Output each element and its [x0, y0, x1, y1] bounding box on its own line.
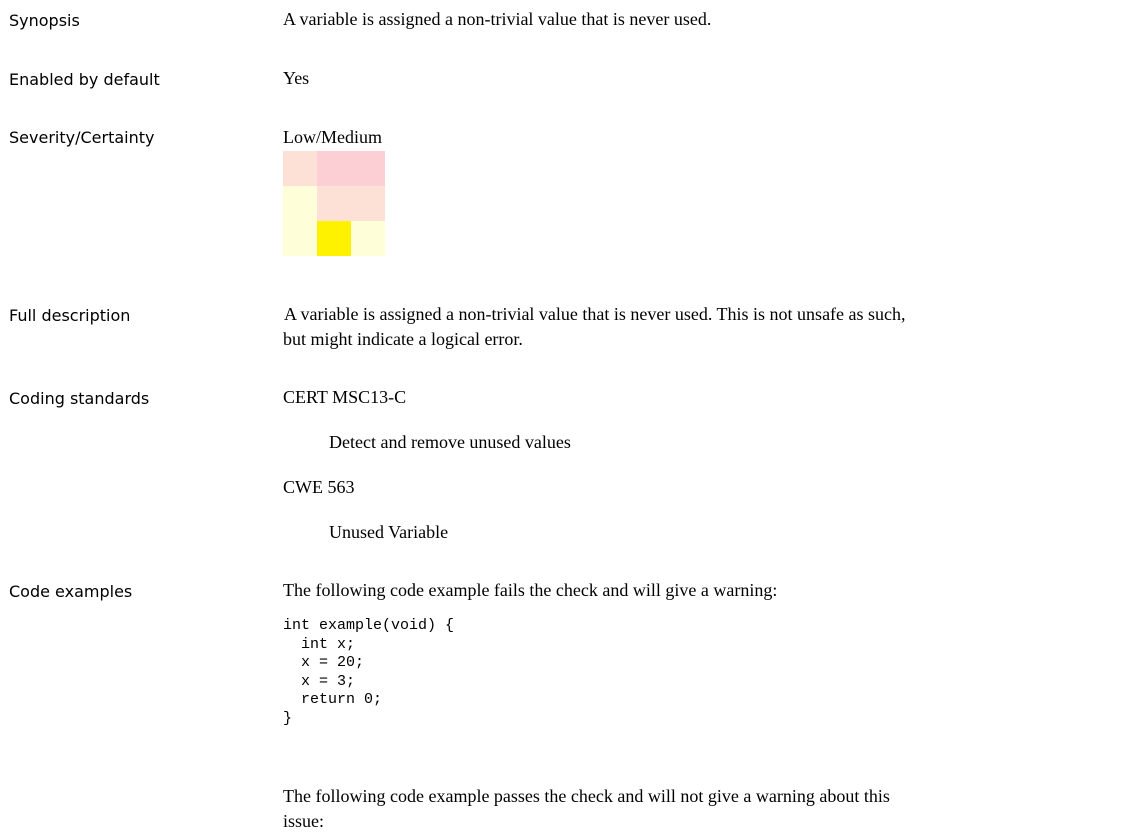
matrix-cell: [283, 151, 317, 186]
standard-desc-cert: Detect and remove unused values: [329, 432, 571, 452]
full-description-line-2: but might indicate a logical error.: [283, 329, 523, 349]
enabled-value: Yes: [283, 68, 310, 88]
synopsis-text: A variable is assigned a non-trivial val…: [283, 9, 712, 29]
severity-certainty-matrix: [283, 151, 385, 256]
standard-code-cwe: CWE 563: [283, 477, 355, 497]
severity-label: Severity/Certainty: [9, 128, 155, 147]
matrix-cell: [351, 186, 385, 221]
matrix-cell: [351, 221, 385, 256]
pass-example-intro-line-2: issue:: [283, 811, 325, 831]
coding-standards-label: Coding standards: [9, 389, 150, 408]
standard-code-cert: CERT MSC13-C: [283, 387, 407, 407]
matrix-cell: [317, 186, 351, 221]
standard-desc-cwe: Unused Variable: [329, 522, 449, 542]
code-examples-label: Code examples: [9, 582, 133, 601]
matrix-cell: [351, 151, 385, 186]
code-line: int example(void) {: [283, 617, 455, 634]
code-line: x = 3;: [283, 672, 356, 690]
pass-example-intro-line-1: The following code example passes the ch…: [283, 786, 890, 806]
enabled-label: Enabled by default: [9, 70, 160, 89]
fail-example-intro: The following code example fails the che…: [283, 580, 778, 600]
full-description-label: Full description: [9, 306, 131, 325]
matrix-cell: [283, 186, 317, 221]
code-line: return 0;: [283, 691, 383, 708]
full-description-line-1: A variable is assigned a non-trivial val…: [284, 304, 906, 324]
fail-code-block: int example(void) { int x; x = 20; x = 3…: [283, 617, 454, 728]
code-line: x = 20;: [283, 654, 365, 671]
matrix-cell: [317, 151, 351, 186]
synopsis-label: Synopsis: [9, 11, 80, 30]
matrix-cell-selected: [317, 221, 351, 256]
code-line: int x;: [283, 635, 356, 653]
severity-value: Low/Medium: [283, 127, 382, 147]
code-line: }: [283, 709, 293, 727]
matrix-cell: [283, 221, 317, 256]
